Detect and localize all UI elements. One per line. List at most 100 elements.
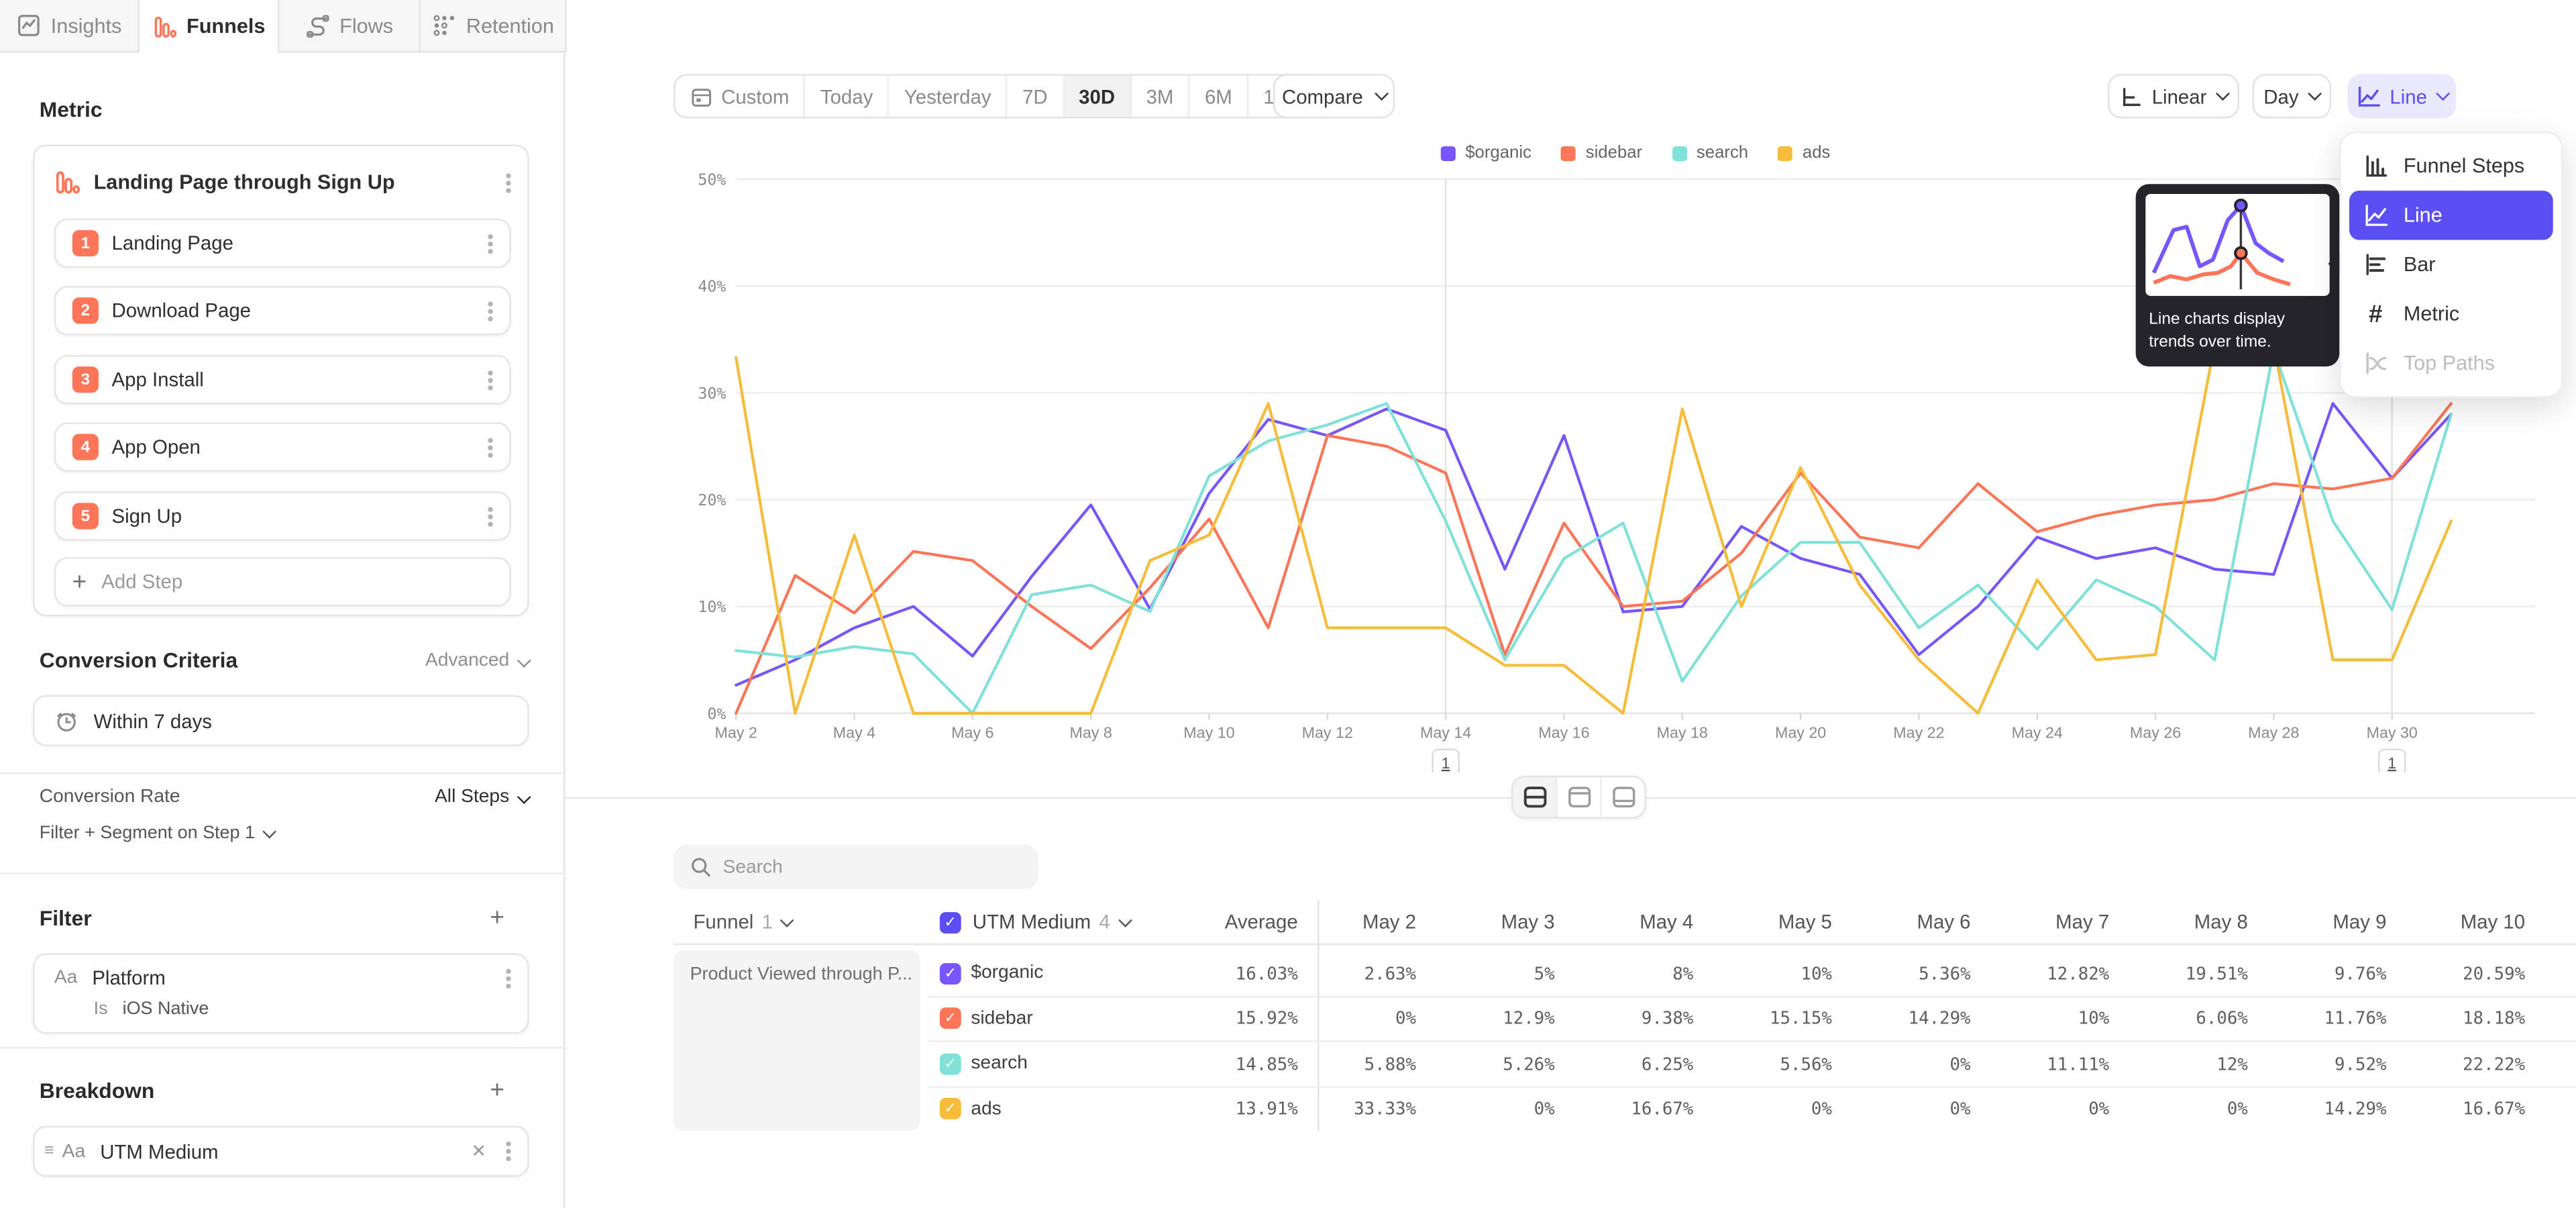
step-label: App Open [112, 436, 201, 458]
filter-section-label: Filter [40, 905, 92, 930]
funnel-column-header[interactable]: Funnel1 [693, 901, 792, 944]
range-3m[interactable]: 3M [1132, 76, 1190, 117]
funnel-group-cell[interactable]: Product Viewed through P... [674, 950, 920, 1131]
row-checkbox-$organic[interactable]: ✓ [940, 962, 961, 984]
tab-flows[interactable]: Flows [279, 0, 421, 52]
kebab-menu-icon[interactable] [488, 513, 492, 518]
funnel-step-1[interactable]: 1 Landing Page [54, 219, 511, 268]
add-step-button[interactable]: + Add Step [54, 557, 511, 606]
line-chart-icon [2363, 202, 2389, 228]
menu-item-metric[interactable]: # Metric [2349, 289, 2553, 338]
y-axis-label: 30% [698, 385, 726, 403]
conversion-window[interactable]: Within 7 days [33, 695, 529, 746]
menu-item-funnel-steps[interactable]: Funnel Steps [2349, 142, 2553, 191]
scale-dropdown[interactable]: Linear [2108, 74, 2239, 118]
x-axis-label: May 4 [833, 724, 875, 742]
x-axis-label: May 2 [714, 724, 757, 742]
table-cell: 9.76% [2249, 964, 2387, 983]
filter-operator[interactable]: Is [94, 999, 108, 1019]
funnels-icon [152, 14, 177, 39]
menu-item-bar[interactable]: Bar [2349, 240, 2553, 289]
chart-type-dropdown[interactable]: Line [2348, 74, 2457, 118]
table-cell: 12.82% [1971, 964, 2109, 983]
x-axis-label: May 30 [2367, 724, 2418, 742]
chevron-down-icon [517, 653, 531, 667]
filter-card[interactable]: Aa Platform Is iOS Native [33, 953, 529, 1034]
funnel-step-3[interactable]: 3 App Install [54, 355, 511, 404]
series-line-search[interactable] [736, 350, 2451, 713]
kebab-menu-icon[interactable] [488, 241, 492, 246]
chevron-down-icon [263, 824, 277, 838]
table-cell: 0% [1833, 1099, 1971, 1119]
clock-icon [54, 709, 79, 734]
y-axis-label: 20% [698, 491, 726, 509]
row-checkbox-search[interactable]: ✓ [940, 1053, 961, 1074]
svg-text:1: 1 [2387, 754, 2396, 772]
flows-icon [305, 13, 330, 38]
breakdown-column-header[interactable]: ✓ UTM Medium 4 [940, 901, 1130, 944]
table-cell: 5.36% [1833, 964, 1971, 983]
table-cell: 16.67% [1556, 1099, 1694, 1119]
chart-view-icon [1566, 786, 1591, 809]
svg-text:1: 1 [1442, 754, 1450, 772]
table-cell: 15.15% [1694, 1009, 1832, 1029]
range-custom[interactable]: Custom [676, 76, 806, 117]
tab-retention[interactable]: Retention [421, 0, 567, 52]
range-7d[interactable]: 7D [1008, 76, 1064, 117]
funnel-title: Landing Page through Sign Up [94, 171, 395, 194]
x-axis-label: May 24 [2012, 724, 2063, 742]
chart-view-toggle[interactable] [1558, 777, 1602, 817]
conversion-rate-dropdown[interactable]: All Steps [435, 787, 529, 807]
add-filter-button[interactable]: + [490, 904, 504, 932]
row-divider [928, 995, 2576, 997]
row-checkbox-ads[interactable]: ✓ [940, 1098, 961, 1119]
advanced-dropdown[interactable]: Advanced [425, 650, 529, 670]
menu-item-top-paths[interactable]: Top Paths [2349, 338, 2553, 387]
drag-handle-icon[interactable]: ≡ [44, 1142, 54, 1160]
search-placeholder: Search [723, 857, 783, 876]
tab-funnels[interactable]: Funnels [140, 0, 279, 52]
average-column-header: Average [1134, 911, 1298, 934]
window-value: Within 7 days [94, 709, 212, 732]
funnel-step-5[interactable]: 5 Sign Up [54, 491, 511, 540]
kebab-menu-icon[interactable] [488, 444, 492, 449]
filter-value[interactable]: iOS Native [123, 999, 209, 1019]
split-view-toggle[interactable] [1513, 777, 1558, 817]
table-view-toggle[interactable] [1602, 777, 1645, 817]
breakdown-card[interactable]: ≡ Aa UTM Medium ✕ [33, 1126, 529, 1177]
kebab-menu-icon[interactable] [488, 377, 492, 382]
table-search-input[interactable]: Search [674, 845, 1038, 889]
close-icon[interactable]: ✕ [471, 1141, 486, 1162]
annotation-marker[interactable]: 1 [1433, 750, 1459, 772]
funnel-step-4[interactable]: 4 App Open [54, 422, 511, 471]
chevron-down-icon [2216, 87, 2231, 101]
granularity-dropdown[interactable]: Day [2253, 74, 2332, 118]
table-view-icon [1611, 786, 1635, 809]
menu-item-line[interactable]: Line [2349, 191, 2553, 240]
range-6m[interactable]: 6M [1190, 76, 1248, 117]
y-axis-label: 0% [707, 705, 726, 723]
range-30d[interactable]: 30D [1064, 76, 1131, 117]
compare-button[interactable]: Compare [1273, 74, 1395, 118]
kebab-menu-icon[interactable] [506, 1149, 511, 1154]
x-axis-label: May 18 [1657, 724, 1708, 742]
filter-segment-dropdown[interactable]: Filter + Segment on Step 1 [40, 823, 275, 843]
step-label: App Install [112, 368, 204, 391]
kebab-menu-icon[interactable] [506, 180, 511, 185]
table-cell: 5.88% [1278, 1054, 1416, 1074]
range-today[interactable]: Today [806, 76, 890, 117]
select-all-checkbox[interactable]: ✓ [940, 911, 961, 933]
add-breakdown-button[interactable]: + [490, 1076, 504, 1105]
table-cell: 5.56% [1694, 1054, 1832, 1074]
annotation-marker[interactable]: 1 [2379, 750, 2405, 772]
series-line-ads[interactable] [736, 345, 2451, 713]
funnel-step-2[interactable]: 2 Download Page [54, 286, 511, 335]
kebab-menu-icon[interactable] [506, 975, 511, 980]
calendar-icon [690, 85, 713, 107]
insights-icon [16, 13, 41, 38]
row-checkbox-sidebar[interactable]: ✓ [940, 1007, 961, 1029]
table-cell: 0% [1278, 1009, 1416, 1029]
range-yesterday[interactable]: Yesterday [890, 76, 1008, 117]
tab-insights[interactable]: Insights [0, 0, 140, 52]
kebab-menu-icon[interactable] [488, 308, 492, 313]
